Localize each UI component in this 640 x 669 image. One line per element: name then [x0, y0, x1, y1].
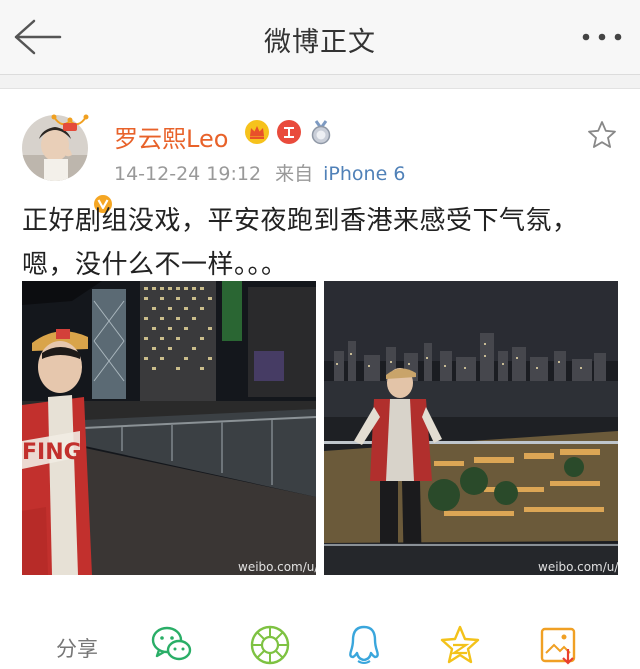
- wechat-icon[interactable]: [150, 623, 194, 667]
- moments-icon[interactable]: [248, 623, 292, 667]
- medal-badge-icon[interactable]: [308, 119, 334, 145]
- post-source-link[interactable]: iPhone 6: [323, 163, 405, 185]
- page-title: 微博正文: [264, 27, 376, 58]
- qq-icon[interactable]: [342, 623, 386, 667]
- photo-watermark: weibo.com/u/: [238, 560, 316, 574]
- more-dots-icon[interactable]: [580, 27, 624, 47]
- post-timestamp: 14-12-24 19:12: [114, 163, 262, 185]
- qzone-star-icon[interactable]: [438, 623, 482, 667]
- red-badge-icon[interactable]: [276, 119, 302, 145]
- post-card: 罗云熙Leo 14-12-24 19:12 来自 iPhone 6 正好剧组没戏…: [0, 88, 640, 669]
- author-name[interactable]: 罗云熙Leo: [114, 119, 228, 154]
- svg-text:FING: FING: [22, 440, 82, 465]
- post-photo-2[interactable]: weibo.com/u/: [324, 281, 618, 575]
- avatar[interactable]: [22, 114, 114, 215]
- night-terrace-photo: FING weibo.com/u/: [22, 281, 316, 575]
- post-photo-1[interactable]: FING weibo.com/u/: [22, 281, 316, 575]
- top-nav-bar: 微博正文: [0, 0, 640, 75]
- post-body: 正好剧组没戏，平安夜跑到香港来感受下气氛， 嗯，没什么不一样。。。: [22, 199, 622, 287]
- source-prefix: 来自: [275, 163, 314, 185]
- share-bar: 分享: [0, 619, 640, 669]
- favorite-star-icon[interactable]: [586, 119, 618, 151]
- author-badges: [244, 117, 334, 147]
- save-image-icon[interactable]: [536, 623, 580, 667]
- crown-decoration-icon: [51, 114, 89, 131]
- crown-badge-icon[interactable]: [244, 119, 270, 145]
- post-text-line: 正好剧组没戏，平安夜跑到香港来感受下气氛，: [22, 206, 579, 236]
- harbor-night-photo: weibo.com/u/: [324, 281, 618, 575]
- photo-watermark: weibo.com/u/: [538, 560, 618, 574]
- post-meta: 14-12-24 19:12 来自 iPhone 6: [114, 159, 405, 186]
- share-label: 分享: [56, 637, 98, 661]
